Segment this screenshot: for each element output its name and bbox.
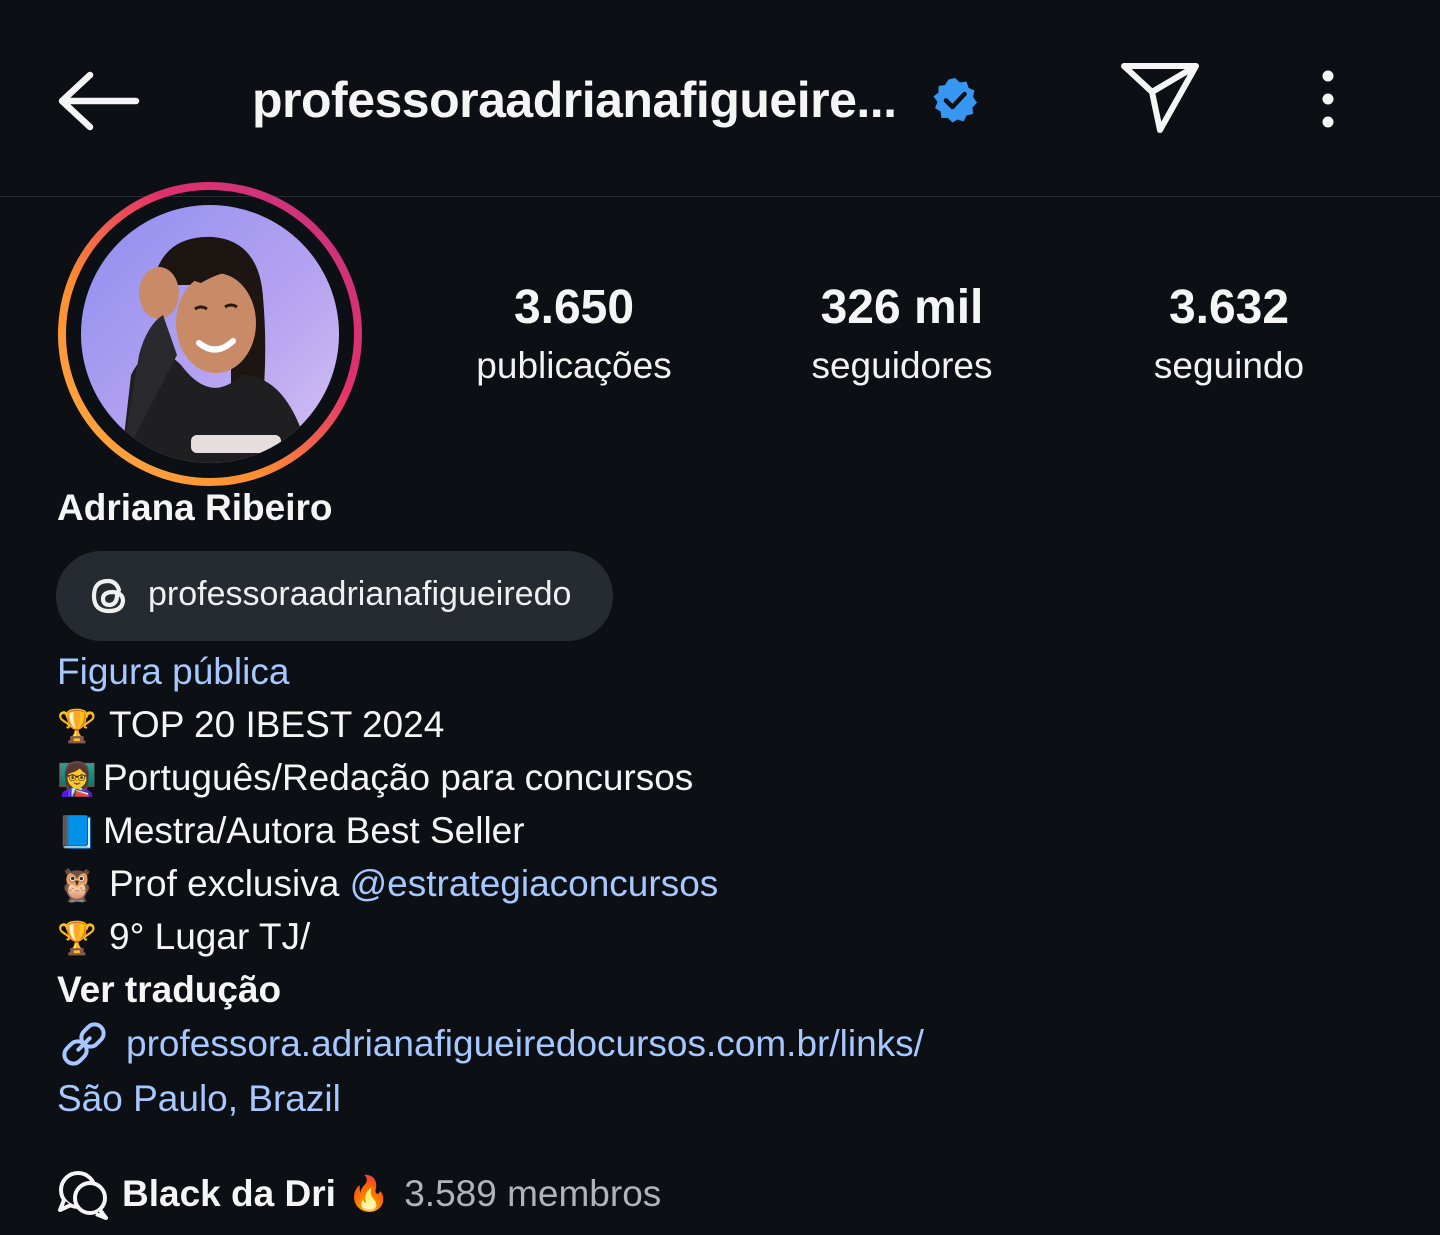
posts-count[interactable]: 3.650 publicações — [444, 278, 704, 394]
bio-line-2-text: Português/Redação para concursos — [103, 757, 694, 798]
threads-handle: professoraadrianafigueiredo — [148, 575, 572, 613]
avatar-image — [81, 205, 339, 463]
username-title: professoraadrianafigueire... — [252, 72, 897, 128]
profile-avatar[interactable] — [56, 180, 364, 488]
owl-emoji: 🦉 — [57, 867, 97, 903]
followers-count-value: 326 mil — [820, 281, 984, 334]
followers-count-label: seguidores — [811, 345, 993, 386]
profile-header-title: professoraadrianafigueire... — [252, 62, 979, 138]
following-count[interactable]: 3.632 seguindo — [1099, 278, 1359, 394]
mention-link[interactable]: @estrategiaconcursos — [350, 863, 719, 904]
broadcast-channel-icon — [58, 1171, 108, 1220]
verified-badge-icon — [933, 78, 977, 123]
bio-line-3-text: Mestra/Autora Best Seller — [103, 810, 525, 851]
book-emoji: 📘 — [57, 814, 97, 850]
trophy-emoji: 🏆 — [57, 708, 97, 744]
external-link[interactable]: professora.adrianafigueiredocursos.com.b… — [56, 1016, 924, 1072]
fire-emoji: 🔥 — [347, 1175, 391, 1213]
followers-count[interactable]: 326 mil seguidores — [772, 278, 1032, 394]
trophy-emoji: 🏆 — [57, 920, 97, 956]
bio-line-2: 👩‍🏫 Português/Redação para concursos — [57, 751, 693, 806]
location-label[interactable]: São Paulo, Brazil — [57, 1072, 341, 1125]
threads-profile-button[interactable]: professoraadrianafigueiredo — [56, 551, 613, 641]
full-name: Adriana Ribeiro — [57, 487, 333, 528]
channel-members: 3.589 membros — [404, 1173, 662, 1214]
bio-line-1-text: TOP 20 IBEST 2024 — [109, 704, 445, 745]
bio-line-5: 🏆 9° Lugar TJ/ — [57, 910, 310, 965]
following-count-label: seguindo — [1153, 345, 1305, 386]
bio-line-4-text: Prof exclusiva — [109, 863, 350, 904]
bio-line-1: 🏆 TOP 20 IBEST 2024 — [57, 698, 444, 753]
back-arrow-icon — [58, 71, 140, 131]
back-button[interactable] — [52, 66, 142, 136]
bio-line-3: 📘 Mestra/Autora Best Seller — [57, 804, 525, 859]
broadcast-channel[interactable]: Black da Dri 🔥 3.589 membros — [56, 1166, 661, 1222]
posts-count-label: publicações — [476, 345, 672, 386]
category-label[interactable]: Figura pública — [57, 645, 289, 698]
following-count-value: 3.632 — [1168, 281, 1290, 334]
link-icon — [62, 1022, 106, 1066]
more-options-button[interactable] — [1300, 64, 1356, 136]
more-options-icon — [1322, 70, 1334, 128]
send-icon — [1121, 63, 1199, 133]
bio-line-4: 🦉 Prof exclusiva @estrategiaconcursos — [57, 857, 718, 912]
channel-name: Black da Dri — [122, 1173, 336, 1214]
see-translation-button[interactable]: Ver tradução — [57, 963, 281, 1016]
bio-line-5-text: 9° Lugar TJ/ — [109, 916, 311, 957]
posts-count-value: 3.650 — [513, 281, 635, 334]
send-message-button[interactable] — [1118, 58, 1202, 138]
external-link-text: professora.adrianafigueiredocursos.com.b… — [126, 1023, 924, 1064]
top-bar: professoraadrianafigueire... — [0, 0, 1440, 197]
threads-icon — [91, 578, 126, 614]
teacher-emoji: 👩‍🏫 — [57, 761, 97, 797]
